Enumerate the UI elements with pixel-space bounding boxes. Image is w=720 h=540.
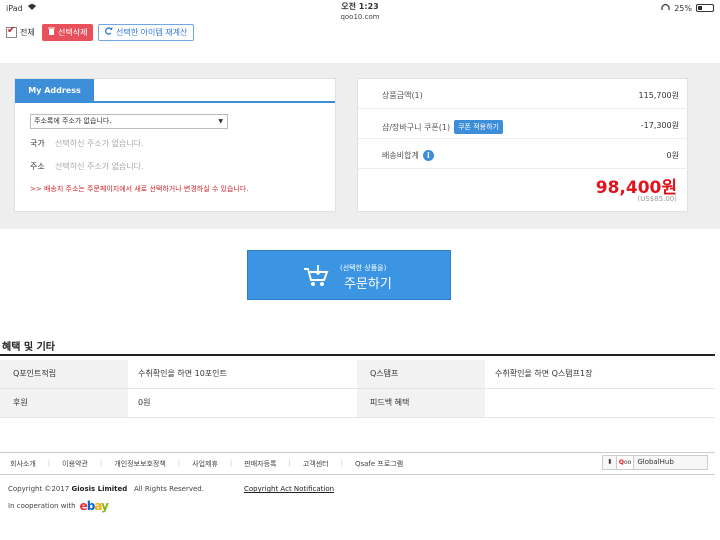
address-bar-url[interactable]: qoo10.com	[0, 12, 720, 22]
order-summary-panel: 상품금액(1) 115,700원 샵/장바구니 쿠폰(1) 쿠폰 적용하기 -1…	[357, 78, 689, 212]
cart-toolbar: 전체 선택삭제 선택한 아이템 재계산	[0, 22, 720, 44]
status-bar: iPad 오전 1:23 qoo10.com 25%	[0, 0, 720, 22]
ebay-logo: ebay	[79, 499, 109, 513]
benefit-header: 후원	[0, 389, 128, 417]
info-icon[interactable]: i	[422, 150, 434, 161]
country-row: 국가 선택하신 주소가 없습니다.	[30, 138, 144, 149]
benefit-value: 수취확인을 하면 10포인트	[138, 369, 227, 378]
recalculate-label: 선택한 아이템 재계산	[116, 28, 188, 37]
country-label: 국가	[30, 139, 45, 148]
order-button-label: 주문하기	[344, 277, 392, 292]
footer-link-privacy[interactable]: 개인정보보호정책	[114, 459, 166, 469]
select-all-checkbox[interactable]	[6, 25, 17, 38]
chevron-down-icon: ▼	[218, 118, 223, 125]
order-button-subtitle: (선택한 상품을)	[340, 264, 387, 272]
table-row: Q포인트적립 수취확인을 하면 10포인트 Q스탬프 수취확인을 하면 Q스탬프…	[0, 360, 715, 389]
shipping-row: 배송비합계 i 0원	[358, 139, 689, 169]
shipping-address-note: >> 배송지 주소는 주문페이지에서 새로 선택하거나 변경하실 수 있습니다.	[30, 185, 249, 193]
shipping-amount-value: 0원	[666, 151, 679, 160]
benefits-table: Q포인트적립 수취확인을 하면 10포인트 Q스탬프 수취확인을 하면 Q스탬프…	[0, 360, 715, 418]
delete-selected-label: 선택삭제	[58, 28, 88, 37]
coupon-amount-value: -17,300원	[640, 121, 679, 130]
total-amount-usd: (US$85.00)	[637, 195, 677, 203]
product-amount-row: 상품금액(1) 115,700원	[358, 79, 689, 109]
company-name: Giosis Limited	[71, 485, 128, 493]
cart-icon	[303, 264, 329, 293]
footer-link-partnership[interactable]: 사업제휴	[192, 459, 218, 469]
shipping-label-group: 배송비합계 i	[382, 150, 434, 161]
qoo10-logo-icon: Qoo	[615, 455, 635, 470]
benefits-divider	[0, 354, 715, 356]
tab-underline	[15, 101, 335, 103]
benefit-value	[485, 389, 715, 417]
coupon-label: 샵/장바구니 쿠폰(1)	[382, 122, 451, 132]
coupon-label-group: 샵/장바구니 쿠폰(1) 쿠폰 적용하기	[382, 120, 503, 134]
benefit-value: 수취확인을 하면 Q스탬프1장	[495, 369, 593, 378]
copyright-text: Copyright ©2017 Giosis Limited All Right…	[8, 485, 204, 493]
battery-percent: 25%	[674, 3, 692, 13]
footer-link-qsafe[interactable]: Qsafe 프로그램	[355, 459, 403, 469]
battery-icon	[696, 4, 714, 12]
my-address-tab[interactable]: My Address	[15, 79, 94, 103]
footer-link-terms[interactable]: 이용약관	[62, 459, 88, 469]
recalculate-button[interactable]: 선택한 아이템 재계산	[98, 24, 195, 41]
address-row: 주소 선택하신 주소가 없습니다.	[30, 161, 144, 172]
select-all-label: 전체	[20, 28, 35, 37]
rights-text: All Rights Reserved.	[133, 485, 204, 493]
address-book-select[interactable]: 주소록에 주소가 없습니다. ▼	[30, 114, 228, 129]
trash-icon	[48, 24, 55, 41]
footer-divider	[0, 452, 715, 453]
globalhub-selector[interactable]: ⬍ Qoo GlobalHub	[602, 455, 708, 470]
shipping-label: 배송비합계	[382, 151, 419, 160]
address-label: 주소	[30, 162, 45, 171]
globalhub-label: GlobalHub	[637, 458, 674, 466]
product-amount-label: 상품금액(1)	[382, 91, 423, 100]
benefits-title: 혜택 및 기타	[2, 342, 55, 353]
footer-link-company[interactable]: 회사소개	[10, 459, 36, 469]
country-value: 선택하신 주소가 없습니다.	[55, 139, 144, 148]
refresh-icon	[105, 25, 113, 40]
copyright-notice-link[interactable]: Copyright Act Notification	[244, 485, 334, 493]
footer-divider-bottom	[0, 474, 715, 475]
cooperation-label: In cooperation with	[8, 502, 76, 510]
address-select-value: 주소록에 주소가 없습니다.	[34, 117, 112, 125]
chevron-updown-icon: ⬍	[607, 458, 613, 466]
clock: 오전 1:23	[341, 2, 379, 11]
apply-coupon-button[interactable]: 쿠폰 적용하기	[454, 120, 503, 134]
address-value: 선택하신 주소가 없습니다.	[55, 162, 144, 171]
footer-links: 회사소개 | 이용약관 | 개인정보보호정책 | 사업제휴 | 판매자등록 | 고객센터 |…	[10, 459, 404, 469]
address-panel: My Address 주소록에 주소가 없습니다. ▼ 국가 선택하신 주소가 …	[14, 78, 336, 212]
footer-link-customer-center[interactable]: 고객센터	[303, 459, 329, 469]
cooperation-row: In cooperation with ebay	[8, 499, 109, 513]
benefit-value: 0원	[138, 398, 151, 407]
benefit-header: Q스탬프	[357, 360, 485, 388]
product-amount-value: 115,700원	[638, 91, 679, 100]
benefit-header: 피드백 혜택	[357, 389, 485, 417]
delete-selected-button[interactable]: 선택삭제	[42, 24, 94, 41]
footer-link-seller-register[interactable]: 판매자등록	[244, 459, 276, 469]
order-button[interactable]: (선택한 상품을) 주문하기	[247, 250, 451, 300]
headphones-icon	[661, 3, 670, 13]
table-row: 후원 0원 피드백 혜택	[0, 389, 715, 418]
coupon-row: 샵/장바구니 쿠폰(1) 쿠폰 적용하기 -17,300원	[358, 109, 689, 139]
copyright-prefix: Copyright ©2017	[8, 485, 70, 493]
benefit-header: Q포인트적립	[0, 360, 128, 388]
